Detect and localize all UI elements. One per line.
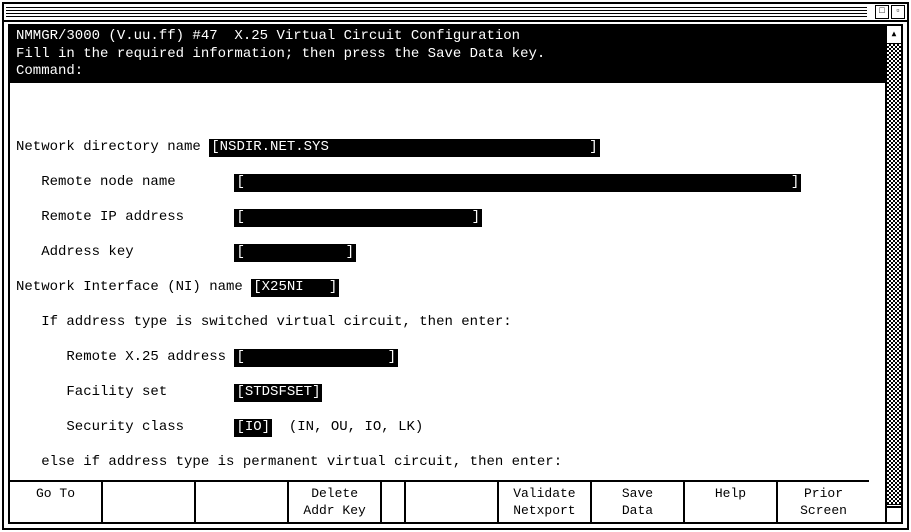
window-button-1[interactable]: □ — [875, 5, 889, 19]
addr-key-field[interactable]: [ ] — [234, 244, 356, 262]
scroll-up-icon[interactable]: ▴ — [887, 26, 901, 44]
titlebar-texture — [6, 7, 867, 17]
remote-x25-label: Remote X.25 address — [16, 349, 234, 365]
header-instruction: Fill in the required information; then p… — [16, 46, 879, 64]
security-label: Security class — [16, 419, 234, 435]
ni-label: Network Interface (NI) name — [16, 279, 251, 295]
command-prompt[interactable]: Command: — [16, 63, 879, 81]
softkey-prior-screen[interactable]: PriorScreen — [778, 482, 869, 522]
softkey-f3[interactable] — [196, 482, 289, 522]
softkey-f2[interactable] — [103, 482, 196, 522]
softkey-help[interactable]: Help — [685, 482, 778, 522]
header-title: NMMGR/3000 (V.uu.ff) #47 X.25 Virtual Ci… — [16, 28, 879, 46]
screen-header: NMMGR/3000 (V.uu.ff) #47 X.25 Virtual Ci… — [10, 26, 885, 83]
window-titlebar: □ ▫ — [4, 4, 907, 22]
remote-node-label: Remote node name — [16, 174, 234, 190]
security-field[interactable]: [IO] — [234, 419, 272, 437]
facility-label: Facility set — [16, 384, 234, 400]
vertical-scrollbar[interactable]: ▴ ▾ — [885, 26, 901, 522]
softkey-save-data[interactable]: SaveData — [592, 482, 685, 522]
remote-ip-field[interactable]: [ ] — [234, 209, 482, 227]
pvc-intro: else if address type is permanent virtua… — [16, 454, 879, 472]
content-pane: NMMGR/3000 (V.uu.ff) #47 X.25 Virtual Ci… — [10, 26, 885, 522]
facility-field[interactable]: [STDSFSET] — [234, 384, 322, 402]
resize-handle[interactable] — [885, 506, 901, 522]
softkey-bar: Go To DeleteAddr Key ValidateNetxport Sa… — [10, 480, 869, 522]
netdir-label: Network directory name — [16, 139, 209, 155]
softkey-goto[interactable]: Go To — [10, 482, 103, 522]
security-hint: (IN, OU, IO, LK) — [272, 419, 423, 435]
remote-node-field[interactable]: [ ] — [234, 174, 801, 192]
netdir-field[interactable]: [NSDIR.NET.SYS ] — [209, 139, 599, 157]
softkey-validate-netxport[interactable]: ValidateNetxport — [499, 482, 592, 522]
addr-key-label: Address key — [16, 244, 234, 260]
window-inner: NMMGR/3000 (V.uu.ff) #47 X.25 Virtual Ci… — [8, 24, 903, 524]
remote-x25-field[interactable]: [ ] — [234, 349, 398, 367]
softkey-f5[interactable] — [406, 482, 499, 522]
scroll-track[interactable] — [887, 44, 901, 504]
main-area: NMMGR/3000 (V.uu.ff) #47 X.25 Virtual Ci… — [10, 26, 885, 480]
terminal-window: □ ▫ NMMGR/3000 (V.uu.ff) #47 X.25 Virtua… — [2, 2, 909, 530]
window-button-2[interactable]: ▫ — [891, 5, 905, 19]
softkey-gap — [382, 482, 406, 522]
svc-intro: If address type is switched virtual circ… — [16, 314, 879, 332]
remote-ip-label: Remote IP address — [16, 209, 234, 225]
ni-field[interactable]: [X25NI ] — [251, 279, 339, 297]
form-body: Network directory name [NSDIR.NET.SYS ] … — [10, 83, 885, 481]
softkey-delete-addr-key[interactable]: DeleteAddr Key — [289, 482, 382, 522]
